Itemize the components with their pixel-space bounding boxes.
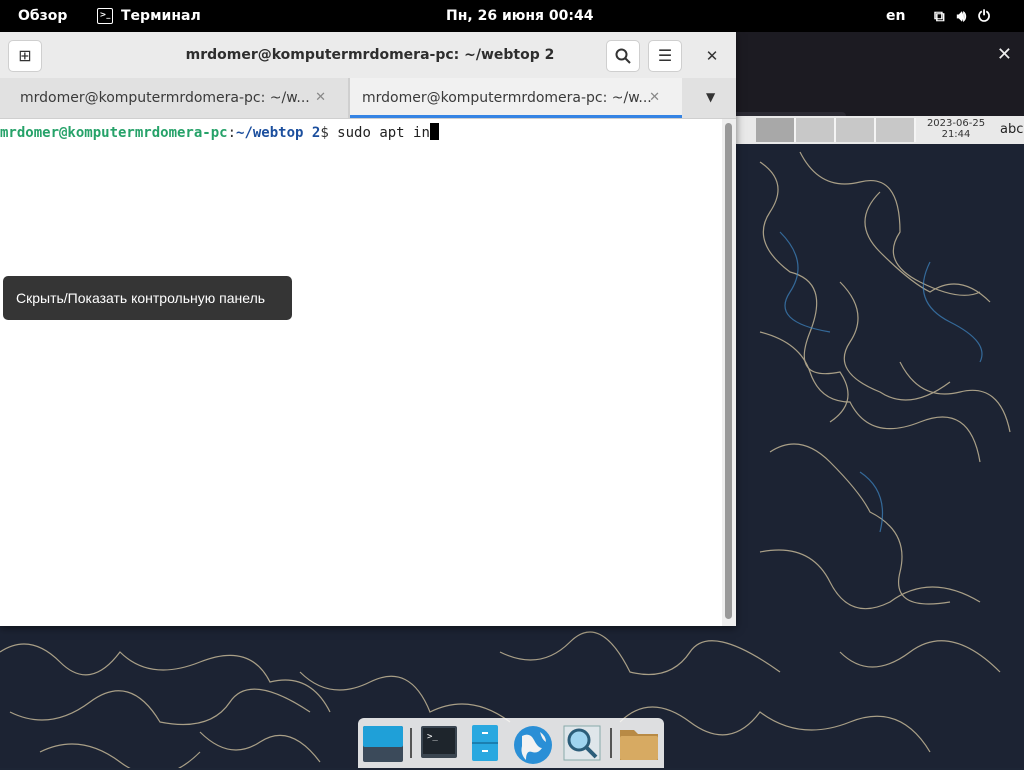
dock: >_ bbox=[358, 718, 664, 768]
svg-text:>_: >_ bbox=[427, 732, 438, 742]
strip-time: 21:44 bbox=[941, 129, 971, 140]
scrollbar-thumb[interactable] bbox=[725, 123, 732, 619]
close-window-button[interactable]: ✕ bbox=[700, 44, 724, 68]
dock-separator bbox=[610, 728, 612, 758]
desktop-icon[interactable] bbox=[362, 724, 403, 762]
typed-command: sudo apt in bbox=[337, 125, 430, 141]
prompt-colon: : bbox=[227, 125, 237, 141]
prompt-line: mrdomer@komputermrdomera-pc:~/webtop 2$ … bbox=[0, 123, 439, 141]
strip-timestamp: 2023-06-25 21:44 bbox=[920, 118, 992, 140]
app-menu[interactable]: >_ Терминал bbox=[97, 0, 201, 32]
browser-page-strip: 2023-06-25 21:44 abc bbox=[736, 116, 1024, 144]
globe-browser-icon[interactable] bbox=[512, 724, 552, 764]
tab-close-icon[interactable]: ✕ bbox=[315, 78, 326, 118]
strip-date: 2023-06-25 bbox=[926, 118, 986, 129]
clock[interactable]: Пн, 26 июня 00:44 bbox=[446, 0, 593, 32]
hamburger-menu-icon: ☰ bbox=[657, 46, 673, 65]
terminal-headerbar: ⊞ mrdomer@komputermrdomera-pc: ~/webtop … bbox=[0, 32, 736, 79]
search-icon bbox=[615, 48, 631, 64]
dock-separator bbox=[410, 728, 412, 758]
search-button[interactable] bbox=[606, 40, 640, 72]
tab-label: mrdomer@komputermrdomera-pc: ~/w... bbox=[20, 90, 310, 106]
tabs-dropdown-icon[interactable]: ▼ bbox=[706, 90, 715, 104]
menu-button[interactable]: ☰ bbox=[648, 40, 682, 72]
tab-bar: mrdomer@komputermrdomera-pc: ~/w... ✕ mr… bbox=[0, 78, 736, 119]
terminal-icon[interactable]: >_ bbox=[420, 724, 460, 762]
file-cabinet-icon[interactable] bbox=[468, 724, 508, 762]
keyboard-layout-indicator[interactable]: en bbox=[886, 0, 905, 32]
close-icon[interactable]: ✕ bbox=[997, 44, 1012, 65]
tab-label: mrdomer@komputermrdomera-pc: ~/w... bbox=[362, 90, 652, 106]
network-icon: ⧉ bbox=[934, 7, 945, 25]
tab-1[interactable]: mrdomer@komputermrdomera-pc: ~/w... ✕ bbox=[0, 78, 348, 118]
activities-button[interactable]: Обзор bbox=[18, 0, 67, 32]
new-tab-icon: ⊞ bbox=[18, 46, 32, 65]
folder-icon[interactable] bbox=[618, 724, 658, 762]
prompt-path: ~/webtop 2 bbox=[236, 125, 321, 141]
system-menu[interactable]: ⧉ 🔊︎ ⏻ bbox=[934, 0, 990, 32]
terminal-window[interactable]: ⊞ mrdomer@komputermrdomera-pc: ~/webtop … bbox=[0, 32, 736, 626]
volume-icon: 🔊︎ bbox=[956, 7, 967, 25]
tooltip: Скрыть/Показать контрольную панель bbox=[3, 276, 292, 320]
close-icon: ✕ bbox=[705, 47, 719, 65]
thumbnail[interactable] bbox=[876, 118, 916, 142]
strip-text: abc bbox=[1000, 122, 1024, 137]
tab-2-active[interactable]: mrdomer@komputermrdomera-pc: ~/w... ✕ bbox=[350, 78, 682, 118]
scrollbar[interactable] bbox=[722, 119, 736, 626]
thumbnail[interactable] bbox=[756, 118, 796, 142]
terminal-icon: >_ bbox=[97, 8, 113, 24]
thumbnail[interactable] bbox=[836, 118, 876, 142]
power-icon: ⏻ bbox=[978, 7, 991, 25]
image-search-icon[interactable] bbox=[562, 724, 602, 762]
prompt-user-host: mrdomer@komputermrdomera-pc bbox=[0, 125, 228, 141]
prompt-dollar: $ bbox=[320, 125, 338, 141]
thumbnail[interactable] bbox=[796, 118, 836, 142]
text-cursor bbox=[429, 123, 439, 140]
top-panel: Обзор >_ Терминал Пн, 26 июня 00:44 en ⧉… bbox=[0, 0, 1024, 32]
tab-close-icon[interactable]: ✕ bbox=[649, 78, 660, 118]
window-title: mrdomer@komputermrdomera-pc: ~/webtop 2 bbox=[185, 47, 555, 63]
new-tab-button[interactable]: ⊞ bbox=[8, 40, 42, 72]
app-menu-label: Терминал bbox=[121, 8, 201, 24]
terminal-output[interactable]: mrdomer@komputermrdomera-pc:~/webtop 2$ … bbox=[0, 119, 722, 626]
